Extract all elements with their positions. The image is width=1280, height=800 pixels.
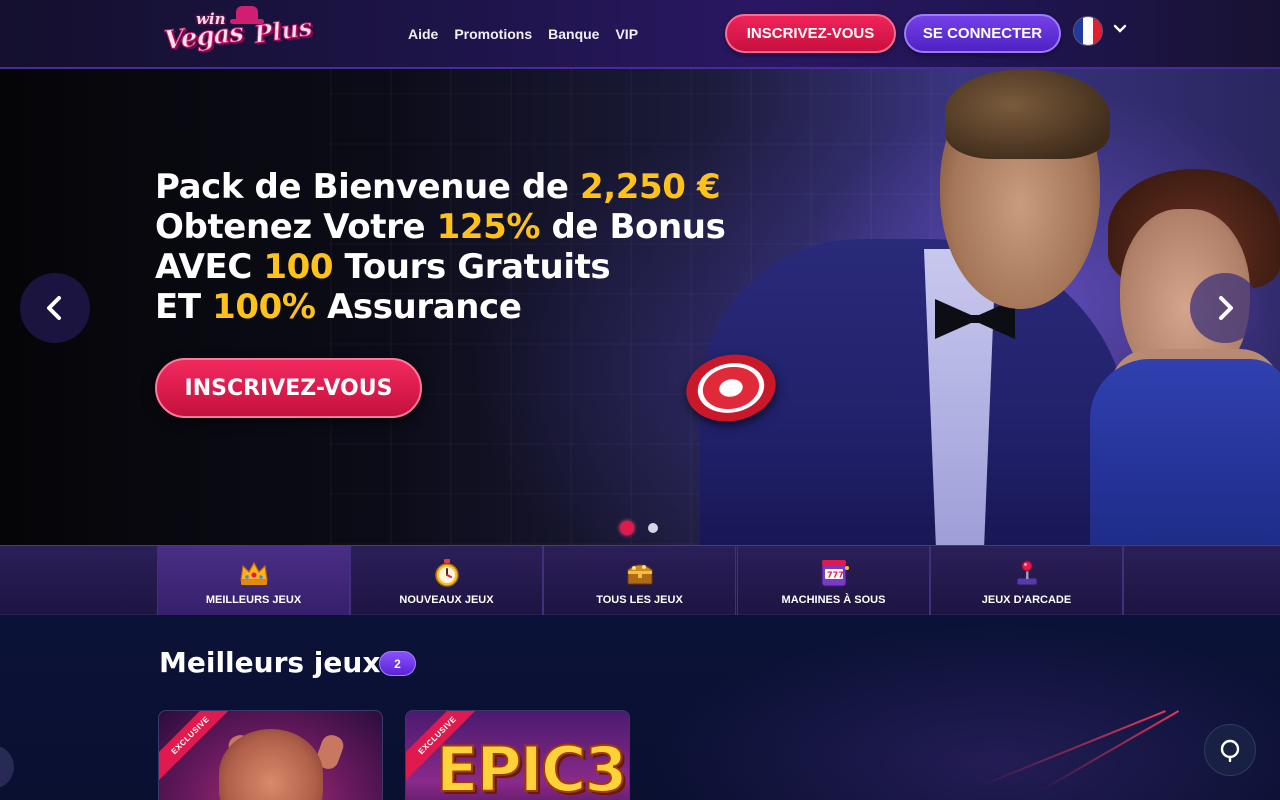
carousel-dots	[620, 521, 658, 535]
signup-button[interactable]: INSCRIVEZ-VOUS	[725, 14, 896, 53]
chevron-down-icon	[1113, 24, 1127, 33]
main-nav: Aide Promotions Banque VIP	[408, 26, 638, 42]
section-title: Meilleurs jeux	[159, 646, 381, 679]
nav-link-banque[interactable]: Banque	[548, 26, 599, 42]
chat-icon	[1220, 739, 1240, 762]
light-streak	[1039, 710, 1180, 792]
slot-machine-icon: 777	[821, 560, 849, 587]
crown-icon	[239, 561, 268, 585]
live-chat-button[interactable]	[1204, 724, 1256, 776]
tab-divider	[1123, 546, 1124, 616]
carousel-next-button[interactable]	[1190, 273, 1260, 343]
joystick-icon	[1016, 560, 1037, 586]
hero-line-1: Pack de Bienvenue de 2,250 €	[155, 167, 725, 207]
tab-tous-les-jeux[interactable]: TOUS LES JEUX	[543, 546, 736, 616]
hero-line-3: AVEC 100 Tours Gratuits	[155, 247, 725, 287]
carousel-dot-1[interactable]	[620, 521, 634, 535]
game-card-1[interactable]: EXCLUSIVE	[158, 710, 383, 800]
chevron-right-icon	[1219, 296, 1233, 320]
tab-label: NOUVEAUX JEUX	[399, 594, 494, 606]
chevron-left-icon	[47, 296, 61, 320]
hero-line-4-text: ET	[155, 287, 213, 327]
light-streak	[979, 710, 1166, 787]
svg-text:777: 777	[827, 571, 844, 580]
hero-line-2: Obtenez Votre 125% de Bonus	[155, 207, 726, 247]
hero-line-3-text: AVEC	[155, 247, 264, 287]
site-logo[interactable]: win Vegas Plus	[162, 4, 322, 64]
logo-plus-text: Plus	[252, 12, 315, 50]
hero-line-3-suffix: Tours Gratuits	[333, 247, 611, 287]
game-card-2[interactable]: EPIC3 EXCLUSIVE	[405, 710, 630, 800]
tab-label: MEILLEURS JEUX	[205, 594, 302, 606]
stopwatch-icon	[434, 559, 459, 587]
treasure-chest-icon	[627, 564, 652, 585]
hero-line-4: ET 100% Assurance	[155, 287, 725, 327]
logo-vegas-text: Vegas	[162, 17, 245, 57]
language-selector[interactable]	[1071, 15, 1131, 47]
game-title: EPIC3	[435, 732, 629, 800]
games-section: Meilleurs jeux 2 EXCLUSIVE EPIC3 EXCLUSI…	[0, 615, 1280, 800]
tab-jeux-darcade[interactable]: JEUX D'ARCADE	[930, 546, 1123, 616]
tab-label: JEUX D'ARCADE	[981, 594, 1072, 606]
tab-label: TOUS LES JEUX	[596, 594, 683, 606]
hero-line-1-highlight: 2,250 €	[579, 167, 721, 207]
category-tabs: MEILLEURS JEUX NOUVEAUX JEUX TOUS LES JE…	[0, 545, 1280, 621]
hero-line-2-suffix: de Bonus	[540, 207, 726, 247]
tab-machines-a-sous[interactable]: 777 MACHINES À SOUS	[737, 546, 930, 616]
carousel-dot-2[interactable]	[648, 523, 658, 533]
nav-link-vip[interactable]: VIP	[615, 26, 638, 42]
woman-dress	[1090, 359, 1280, 545]
hero-banner: Pack de Bienvenue de 2,250 € Obtenez Vot…	[0, 69, 1280, 545]
tab-nouveaux-jeux[interactable]: NOUVEAUX JEUX	[350, 546, 543, 616]
hero-headline: Pack de Bienvenue de 2,250 € Obtenez Vot…	[155, 167, 726, 327]
hero-line-2-highlight: 125%	[436, 207, 541, 247]
game-count-badge: 2	[379, 651, 416, 676]
hero-line-3-highlight: 100	[263, 247, 334, 287]
carousel-prev-button[interactable]	[20, 273, 90, 343]
tab-label: MACHINES À SOUS	[781, 594, 886, 606]
hero-line-1-text: Pack de Bienvenue de	[155, 167, 580, 207]
hero-signup-button[interactable]: INSCRIVEZ-VOUS	[155, 358, 422, 418]
hero-line-4-suffix: Assurance	[315, 287, 522, 327]
tab-meilleurs-jeux[interactable]: MEILLEURS JEUX	[157, 546, 351, 621]
france-flag-icon	[1073, 16, 1103, 46]
hero-line-4-highlight: 100%	[212, 287, 316, 327]
nav-link-aide[interactable]: Aide	[408, 26, 438, 42]
hero-line-2-text: Obtenez Votre	[155, 207, 437, 247]
nav-link-promotions[interactable]: Promotions	[454, 26, 532, 42]
login-button[interactable]: SE CONNECTER	[904, 14, 1061, 53]
man-hair	[945, 69, 1110, 159]
site-header: win Vegas Plus Aide Promotions Banque VI…	[0, 0, 1280, 69]
